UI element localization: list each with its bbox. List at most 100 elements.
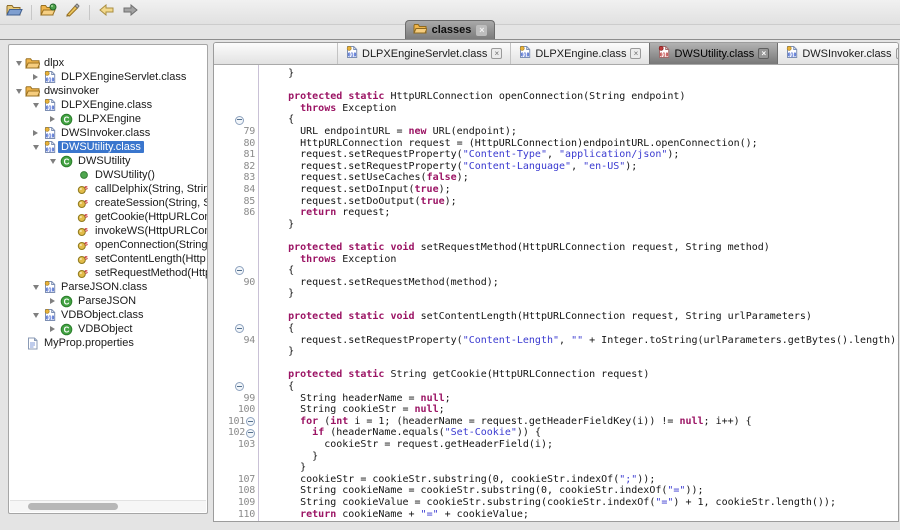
tree-item-invokews-httpurlconn[interactable]: sinvokeWS(HttpURLConn <box>9 224 207 238</box>
close-icon[interactable]: × <box>896 48 899 59</box>
tree-item-dwsutility-class[interactable]: 010DWSUtility.class <box>9 140 207 154</box>
classfile-icon: 010 <box>41 280 58 294</box>
gutter: 109 <box>214 497 256 509</box>
tree-item-createsession-string-st[interactable]: screateSession(String, St <box>9 196 207 210</box>
tree-item-dlpxengine-class[interactable]: 010 DLPXEngine.class <box>9 98 207 112</box>
gutter: 110 <box>214 509 256 521</box>
line-number: 85 <box>244 196 255 208</box>
line-number: 109 <box>238 497 255 509</box>
fold-collapse-icon[interactable] <box>235 324 244 333</box>
tree-item-setcontentlength-http[interactable]: ssetContentLength(Http <box>9 252 207 266</box>
tree-item-dlpx[interactable]: dlpx <box>9 56 207 70</box>
tree-item-label: ParseJSON <box>75 295 139 307</box>
tree-item-label: DLPXEngine.class <box>58 99 155 111</box>
code-text: String cookieStr = null; <box>256 404 445 416</box>
classfile-icon: 010 <box>41 126 58 140</box>
staticmethod-icon: s <box>75 198 92 209</box>
tree-horizontal-scrollbar[interactable] <box>10 500 206 512</box>
gutter: 94 <box>214 335 256 347</box>
line-number: 79 <box>244 126 255 138</box>
tree-item-myprop-properties[interactable]: MyProp.properties <box>9 336 207 350</box>
code-area[interactable]: } protected static HttpURLConnection ope… <box>214 65 898 521</box>
tree-item-setrequestmethod-http[interactable]: ssetRequestMethod(Http <box>9 266 207 280</box>
svg-text:s: s <box>84 254 88 261</box>
code-text: throws Exception <box>256 254 396 266</box>
fold-collapse-icon[interactable] <box>235 116 244 125</box>
tree-item-getcookie-httpurlcon[interactable]: sgetCookie(HttpURLCon <box>9 210 207 224</box>
tree-item-label: dwsinvoker <box>41 85 102 97</box>
tree-item-parsejson-class[interactable]: 010ParseJSON.class <box>9 280 207 294</box>
code-text: } <box>256 219 294 231</box>
code-text: String cookieValue = cookieStr.substring… <box>256 497 836 509</box>
chevron-down-icon[interactable] <box>30 145 41 150</box>
code-line: protected static void setRequestMethod(H… <box>214 242 898 254</box>
gutter <box>214 311 256 323</box>
chevron-down-icon[interactable] <box>47 159 58 164</box>
tree-item-calldelphix-string-strin[interactable]: scallDelphix(String, Strin <box>9 182 207 196</box>
tree-item-vdbobject-class[interactable]: 010VDBObject.class <box>9 308 207 322</box>
close-icon[interactable]: × <box>476 25 487 36</box>
chevron-down-icon[interactable] <box>30 103 41 108</box>
chevron-right-icon[interactable] <box>47 298 58 304</box>
editor-tab-dwsinvoker-class[interactable]: 010DWSInvoker.class× <box>778 43 899 64</box>
properties-icon <box>24 337 41 350</box>
chevron-down-icon[interactable] <box>30 313 41 318</box>
tree-item-dwsinvoker[interactable]: dwsinvoker <box>9 84 207 98</box>
tree-item-dwsinvoker-class[interactable]: 010DWSInvoker.class <box>9 126 207 140</box>
svg-text:010: 010 <box>788 53 797 59</box>
fold-collapse-icon[interactable] <box>235 382 244 391</box>
chevron-down-icon[interactable] <box>13 61 24 66</box>
editor-panel[interactable]: 010DLPXEngineServlet.class×010DLPXEngine… <box>213 42 899 522</box>
code-text: protected static void setRequestMethod(H… <box>256 242 770 254</box>
tree-item-dwsutility[interactable]: CDWSUtility <box>9 154 207 168</box>
code-line <box>214 300 898 312</box>
code-line <box>214 358 898 370</box>
editor-tab-dlpxengineservlet-class[interactable]: 010DLPXEngineServlet.class× <box>338 43 511 64</box>
svg-text:010: 010 <box>45 106 54 112</box>
fold-collapse-icon[interactable] <box>246 429 255 438</box>
tree-item-dwsutility-[interactable]: DWSUtility() <box>9 168 207 182</box>
code-text: String cookieName = cookieStr.substring(… <box>256 485 704 497</box>
code-text: protected static String getCookie(HttpUR… <box>256 369 649 381</box>
close-icon[interactable]: × <box>630 48 641 59</box>
chevron-right-icon[interactable] <box>30 74 41 80</box>
scrollbar-thumb[interactable] <box>28 503 118 510</box>
constructor-icon <box>75 170 92 180</box>
code-line-102: 102 if (headerName.equals("Set-Cookie"))… <box>214 427 898 439</box>
code-text: if (headerName.equals("Set-Cookie")) { <box>256 427 541 439</box>
chevron-down-icon[interactable] <box>13 89 24 94</box>
tree-item-dlpxengineservlet-class[interactable]: 010DLPXEngineServlet.class <box>9 70 207 84</box>
chevron-right-icon[interactable] <box>30 130 41 136</box>
editor-tab-dwsutility-class[interactable]: 010DWSUtility.class× <box>649 43 778 64</box>
gutter <box>214 369 256 381</box>
line-number: 100 <box>238 404 255 416</box>
main-tab-classes[interactable]: classes × <box>405 20 496 39</box>
svg-text:010: 010 <box>660 53 669 59</box>
fold-collapse-icon[interactable] <box>235 266 244 275</box>
fold-collapse-icon[interactable] <box>246 417 255 426</box>
package-tree-panel[interactable]: dlpx010DLPXEngineServlet.classdwsinvoker… <box>8 44 208 514</box>
editor-tab-strip: 010DLPXEngineServlet.class×010DLPXEngine… <box>214 43 898 65</box>
svg-text:C: C <box>64 325 70 334</box>
chevron-right-icon[interactable] <box>47 326 58 332</box>
gutter <box>214 242 256 254</box>
close-icon[interactable]: × <box>758 48 769 59</box>
svg-text:s: s <box>84 184 88 191</box>
tree-item-dlpxengine[interactable]: CDLPXEngine <box>9 112 207 126</box>
staticmethod-icon: s <box>75 240 92 251</box>
code-line: { <box>214 114 898 126</box>
gutter: 102 <box>214 427 256 439</box>
editor-tab-dlpxengine-class[interactable]: 010DLPXEngine.class× <box>511 43 650 64</box>
code-text: request.setDoInput(true); <box>256 184 451 196</box>
chevron-down-icon[interactable] <box>30 285 41 290</box>
line-number: 84 <box>244 184 255 196</box>
svg-text:C: C <box>64 297 70 306</box>
chevron-right-icon[interactable] <box>47 116 58 122</box>
tree-item-parsejson[interactable]: C ParseJSON <box>9 294 207 308</box>
staticmethod-icon: s <box>75 212 92 223</box>
close-icon[interactable]: × <box>491 48 502 59</box>
tree-item-openconnection-string-[interactable]: sopenConnection(String) <box>9 238 207 252</box>
tree-item-vdbobject[interactable]: CVDBObject <box>9 322 207 336</box>
tree-item-label: DWSUtility() <box>92 169 158 181</box>
classfile-icon: 010 <box>346 45 358 62</box>
